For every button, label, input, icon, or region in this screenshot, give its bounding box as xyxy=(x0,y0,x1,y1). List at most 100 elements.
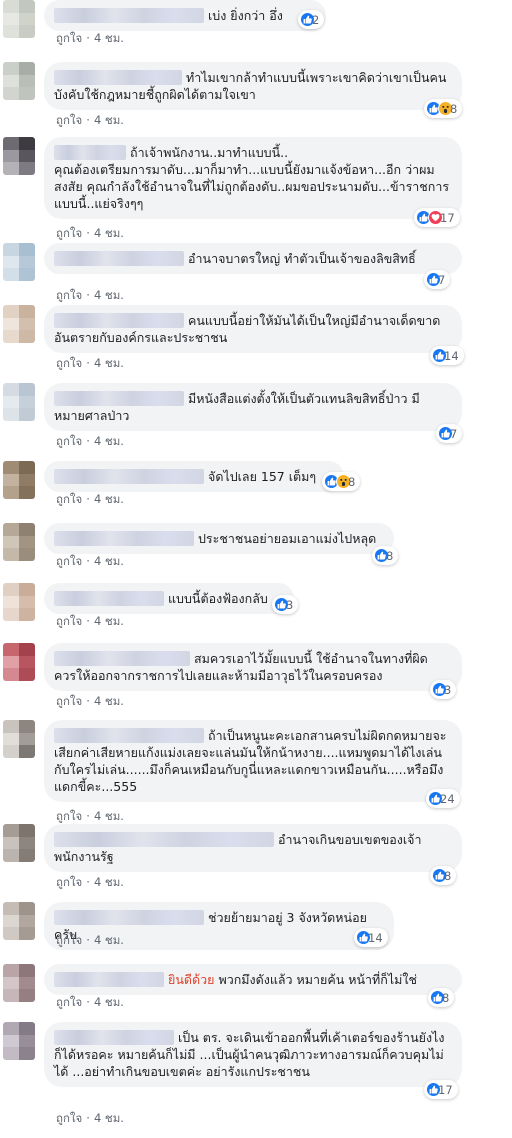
like-link[interactable]: ถูกใจ xyxy=(56,434,82,448)
reaction-count: 17 xyxy=(438,1082,453,1097)
comment-timestamp[interactable]: 4 ชม. xyxy=(94,288,124,302)
comment-bubble: อำนาจเกินขอบเขตของเจ้าพนักงานรัฐ xyxy=(44,824,462,872)
avatar[interactable] xyxy=(3,0,35,38)
commenter-name[interactable] xyxy=(54,972,164,987)
commenter-name[interactable] xyxy=(54,591,164,606)
like-link[interactable]: ถูกใจ xyxy=(56,554,82,568)
like-link[interactable]: ถูกใจ xyxy=(56,1111,82,1125)
avatar[interactable] xyxy=(3,383,35,421)
comment-timestamp[interactable]: 4 ชม. xyxy=(94,614,124,628)
comment-bubble: แบบนี้ต้องฟ้องกลับ xyxy=(44,583,294,614)
like-link[interactable]: ถูกใจ xyxy=(56,226,82,240)
like-link[interactable]: ถูกใจ xyxy=(56,933,82,947)
avatar[interactable] xyxy=(3,964,35,1002)
like-link[interactable]: ถูกใจ xyxy=(56,492,82,506)
commenter-name[interactable] xyxy=(54,728,204,743)
reaction-summary[interactable]: 17 xyxy=(414,208,460,227)
avatar[interactable] xyxy=(3,643,35,681)
reaction-summary[interactable]: 8 xyxy=(322,472,361,491)
comment-timestamp[interactable]: 4 ชม. xyxy=(94,554,124,568)
comment-timestamp[interactable]: 4 ชม. xyxy=(94,492,124,506)
reaction-count: 3 xyxy=(286,597,294,612)
commenter-name[interactable] xyxy=(54,1030,174,1045)
comment-timestamp[interactable]: 4 ชม. xyxy=(94,875,124,889)
separator-dot: · xyxy=(86,434,90,448)
reaction-count: 7 xyxy=(438,272,446,287)
commenter-name[interactable] xyxy=(54,70,182,85)
reaction-summary[interactable]: 7 xyxy=(424,270,451,289)
avatar[interactable] xyxy=(3,523,35,561)
like-link[interactable]: ถูกใจ xyxy=(56,875,82,889)
comment-actions: ถูกใจ · 4 ชม. xyxy=(56,433,124,451)
comment-timestamp[interactable]: 4 ชม. xyxy=(94,434,124,448)
comment-bubble: ประชาชนอย่ายอมเอาแม่งไปหลุด xyxy=(44,523,394,554)
avatar[interactable] xyxy=(3,461,35,499)
avatar[interactable] xyxy=(3,137,35,175)
avatar[interactable] xyxy=(3,1022,35,1060)
like-link[interactable]: ถูกใจ xyxy=(56,694,82,708)
reaction-summary[interactable]: 8 xyxy=(424,99,463,118)
comment-timestamp[interactable]: 4 ชม. xyxy=(94,694,124,708)
like-link[interactable]: ถูกใจ xyxy=(56,356,82,370)
commenter-name[interactable] xyxy=(54,391,184,406)
reaction-summary[interactable]: 14 xyxy=(354,928,388,947)
separator-dot: · xyxy=(86,113,90,127)
commenter-name[interactable] xyxy=(54,531,194,546)
reaction-summary[interactable]: 2 xyxy=(298,10,325,29)
avatar[interactable] xyxy=(3,824,35,862)
like-link[interactable]: ถูกใจ xyxy=(56,113,82,127)
reaction-summary[interactable]: 8 xyxy=(430,866,457,885)
reaction-count: 7 xyxy=(450,426,458,441)
commenter-name[interactable] xyxy=(54,910,204,925)
commenter-name[interactable] xyxy=(54,251,184,266)
like-link[interactable]: ถูกใจ xyxy=(56,614,82,628)
commenter-name[interactable] xyxy=(54,313,184,328)
avatar[interactable] xyxy=(3,902,35,940)
separator-dot: · xyxy=(86,492,90,506)
commenter-name[interactable] xyxy=(54,469,204,484)
comment-timestamp[interactable]: 4 ชม. xyxy=(94,31,124,45)
reaction-count: 24 xyxy=(440,791,455,806)
reaction-summary[interactable]: 8 xyxy=(428,988,455,1007)
comment-bubble: ทำไมเขากล้าทำแบบนี้เพราะเขาคิดว่าเขาเป็น… xyxy=(44,62,462,110)
reaction-summary[interactable]: 17 xyxy=(424,1080,458,1099)
comment-bubble: ยินดีด้วย พวกมึงดังแล้ว หมายค้น หน้าที่ก็… xyxy=(44,964,462,995)
commenter-name[interactable] xyxy=(54,145,126,160)
separator-dot: · xyxy=(86,356,90,370)
avatar[interactable] xyxy=(3,720,35,758)
comment-timestamp[interactable]: 4 ชม. xyxy=(94,809,124,823)
comment-text: เบ่ง ยิ่งกว่า อึ่ง xyxy=(208,8,283,23)
reaction-summary[interactable]: 14 xyxy=(430,346,464,365)
reaction-summary[interactable]: 8 xyxy=(372,546,399,565)
like-link[interactable]: ถูกใจ xyxy=(56,809,82,823)
separator-dot: · xyxy=(86,614,90,628)
comment-timestamp[interactable]: 4 ชม. xyxy=(94,113,124,127)
comment-timestamp[interactable]: 4 ชม. xyxy=(94,226,124,240)
reaction-count: 14 xyxy=(368,930,383,945)
comment-bubble: อำนาจบาตรใหญ่ ทำตัวเป็นเจ้าของลิขสิทธิ์ xyxy=(44,243,462,274)
comment-actions: ถูกใจ · 4 ชม. xyxy=(56,355,124,373)
commenter-name[interactable] xyxy=(54,651,190,666)
comment-bubble: ถ้าเจ้าพนักงาน..มาทำแบบนี้.. คุณต้องเตรี… xyxy=(44,137,462,219)
commenter-name[interactable] xyxy=(54,8,204,23)
reaction-summary[interactable]: 3 xyxy=(430,680,457,699)
reaction-count: 3 xyxy=(444,682,452,697)
avatar[interactable] xyxy=(3,62,35,100)
separator-dot: · xyxy=(86,694,90,708)
comment-text: อำนาจบาตรใหญ่ ทำตัวเป็นเจ้าของลิขสิทธิ์ xyxy=(188,251,416,266)
comment-bubble: ถ้าเป็นหนูนะคะเอกสานครบไม่ผิดกดหมายจะเสี… xyxy=(44,720,462,802)
reaction-summary[interactable]: 3 xyxy=(272,595,299,614)
avatar[interactable] xyxy=(3,243,35,281)
commenter-name[interactable] xyxy=(54,832,274,847)
comment-timestamp[interactable]: 4 ชม. xyxy=(94,995,124,1009)
like-link[interactable]: ถูกใจ xyxy=(56,995,82,1009)
comment-timestamp[interactable]: 4 ชม. xyxy=(94,356,124,370)
avatar[interactable] xyxy=(3,305,35,343)
comment-timestamp[interactable]: 4 ชม. xyxy=(94,1111,124,1125)
like-link[interactable]: ถูกใจ xyxy=(56,31,82,45)
like-link[interactable]: ถูกใจ xyxy=(56,288,82,302)
comment-timestamp[interactable]: 4 ชม. xyxy=(94,933,124,947)
reaction-summary[interactable]: 24 xyxy=(426,789,460,808)
reaction-summary[interactable]: 7 xyxy=(436,424,463,443)
avatar[interactable] xyxy=(3,583,35,621)
